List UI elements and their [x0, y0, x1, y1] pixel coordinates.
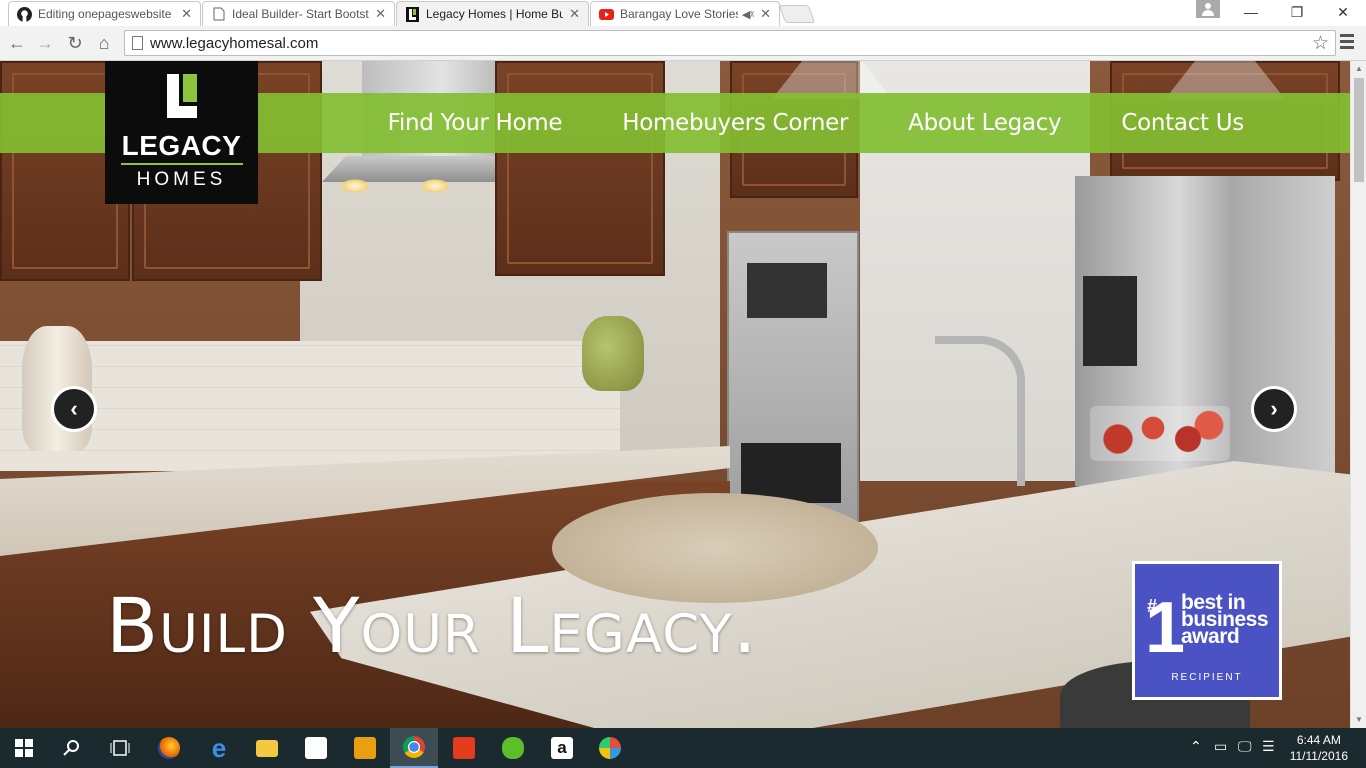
system-clock[interactable]: 6:44 AM 11/11/2016	[1290, 732, 1348, 764]
legacy-favicon	[405, 6, 420, 22]
window-close-icon[interactable]: ✕	[1320, 0, 1366, 24]
forward-icon[interactable]: →	[33, 33, 57, 54]
tab-title: Legacy Homes | Home Bu	[426, 7, 564, 21]
amazon-icon[interactable]: a	[538, 728, 586, 768]
chevron-up-icon[interactable]: ⌃	[1190, 738, 1202, 755]
cloud-icon[interactable]	[489, 728, 537, 768]
close-icon[interactable]: ✕	[375, 6, 386, 22]
tab-barangay[interactable]: Barangay Love Stories ◀ᵡ ✕	[590, 1, 780, 26]
chevron-left-icon: ‹	[70, 396, 78, 421]
clock-date: 11/11/2016	[1289, 749, 1348, 763]
page-info-icon[interactable]	[132, 36, 143, 50]
close-icon[interactable]: ✕	[181, 6, 192, 22]
tab-github[interactable]: Editing onepageswebsite ✕	[8, 1, 201, 26]
tab-title: Editing onepageswebsite	[38, 7, 172, 21]
logo-mark-icon	[166, 74, 197, 118]
carousel-prev-button[interactable]: ‹	[51, 386, 97, 432]
award-number: 1	[1145, 588, 1186, 668]
profile-icon[interactable]	[1196, 0, 1220, 18]
new-tab-button[interactable]	[778, 5, 816, 23]
hero-headline: Build Your Legacy.	[106, 581, 758, 670]
clock-time: 6:44 AM	[1296, 733, 1341, 747]
task-view-icon[interactable]	[96, 728, 144, 768]
browser-toolbar: ← → ↻ ⌂ www.legacyhomesal.com ☆	[0, 26, 1366, 61]
nav-find-your-home[interactable]: Find Your Home	[388, 110, 563, 136]
search-icon[interactable]	[48, 728, 96, 768]
award-text: best in business award	[1181, 592, 1269, 647]
close-icon[interactable]: ✕	[760, 6, 771, 22]
tab-title: Ideal Builder- Start Bootst	[232, 7, 369, 21]
file-explorer-icon[interactable]	[243, 728, 291, 768]
firefox-icon[interactable]	[145, 728, 193, 768]
nav-contact-us[interactable]: Contact Us	[1121, 110, 1244, 136]
windows-taskbar: e a ⌃ ▭ 🖵 ☰ 6:44 AM 11/11/2016	[0, 728, 1366, 768]
tab-ideal-builder[interactable]: Ideal Builder- Start Bootst ✕	[202, 1, 395, 26]
logo-word: LEGACY	[121, 130, 242, 161]
notifications-icon[interactable]: ☰	[1262, 738, 1275, 755]
tab-legacy-homes[interactable]: Legacy Homes | Home Bu ✕	[396, 1, 589, 26]
main-nav: Find Your Home Homebuyers Corner About L…	[388, 93, 1245, 153]
award-badge: # 1 best in business award RECIPIENT	[1132, 561, 1282, 700]
paint-icon[interactable]	[586, 728, 634, 768]
store-icon[interactable]	[292, 728, 340, 768]
youtube-icon	[599, 7, 614, 22]
logo-divider	[120, 163, 243, 165]
shopping-icon[interactable]	[440, 728, 488, 768]
page-viewport: Find Your Home Homebuyers Corner About L…	[0, 61, 1350, 728]
start-icon[interactable]	[0, 728, 48, 768]
scroll-up-icon[interactable]: ▲	[1351, 61, 1366, 77]
network-icon[interactable]: 🖵	[1238, 738, 1252, 755]
reload-icon[interactable]: ↻	[63, 33, 87, 54]
minimize-icon[interactable]: —	[1228, 0, 1274, 24]
window-controls: — ❐ ✕	[1228, 0, 1366, 24]
bookmark-star-icon[interactable]: ☆	[1312, 32, 1329, 55]
carousel-next-button[interactable]: ›	[1251, 386, 1297, 432]
logo-sub: HOMES	[136, 169, 227, 190]
back-icon[interactable]: ←	[5, 33, 29, 54]
chrome-menu-icon[interactable]	[1340, 34, 1354, 52]
chevron-right-icon: ›	[1270, 396, 1278, 421]
address-bar[interactable]: www.legacyhomesal.com ☆	[124, 30, 1336, 56]
home-icon[interactable]: ⌂	[92, 33, 116, 54]
maximize-icon[interactable]: ❐	[1274, 0, 1320, 24]
url-text: www.legacyhomesal.com	[150, 34, 319, 52]
battery-icon[interactable]: ▭	[1214, 738, 1227, 755]
github-icon	[17, 6, 32, 22]
nav-homebuyers-corner[interactable]: Homebuyers Corner	[622, 110, 848, 136]
speaker-mute-icon[interactable]: ◀ᵡ	[742, 8, 754, 21]
scroll-down-icon[interactable]: ▼	[1351, 712, 1366, 728]
legacy-homes-logo[interactable]: LEGACY HOMES	[105, 61, 258, 204]
scroll-thumb[interactable]	[1354, 78, 1364, 182]
chrome-icon[interactable]	[390, 728, 438, 768]
tab-title: Barangay Love Stories	[620, 7, 738, 21]
edge-icon[interactable]: e	[195, 728, 243, 768]
close-icon[interactable]: ✕	[569, 6, 580, 22]
nav-about-legacy[interactable]: About Legacy	[908, 110, 1062, 136]
app-icon[interactable]	[341, 728, 389, 768]
page-icon	[211, 7, 226, 22]
award-recipient: RECIPIENT	[1171, 672, 1243, 683]
tab-strip: Editing onepageswebsite ✕ Ideal Builder-…	[0, 0, 1366, 26]
page-scrollbar[interactable]: ▲ ▼	[1350, 61, 1366, 728]
